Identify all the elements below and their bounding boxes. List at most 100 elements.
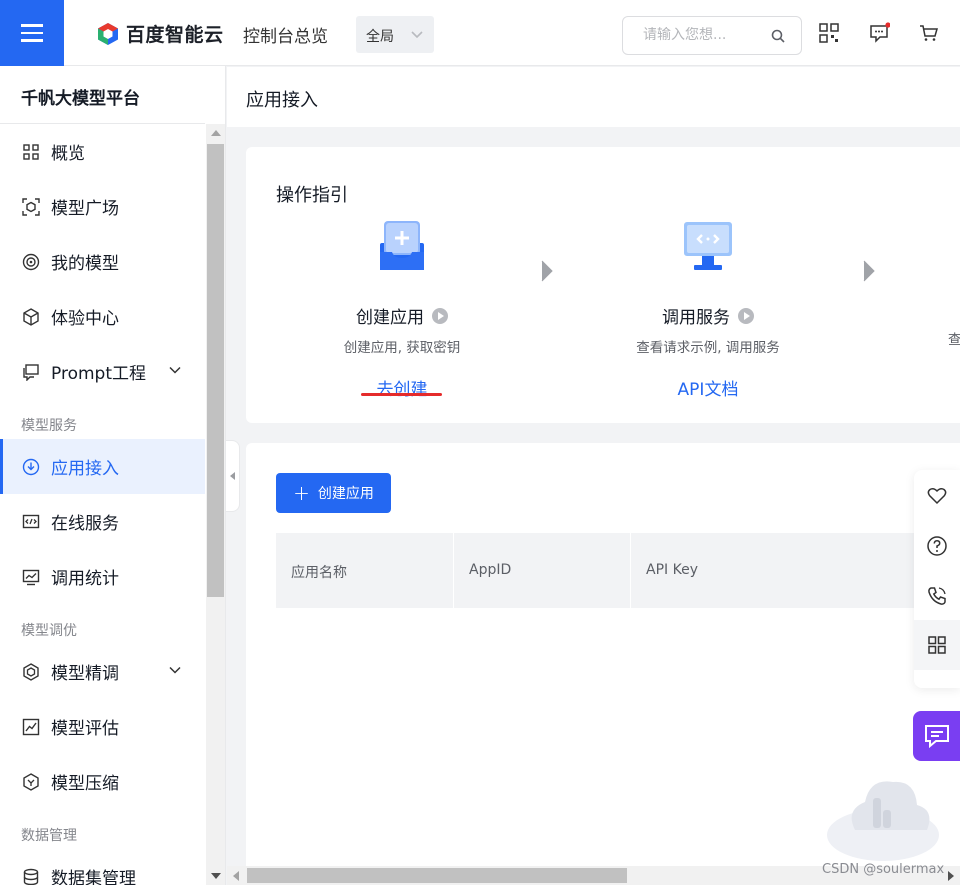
- sidebar-item-prompt-engineering[interactable]: Prompt工程: [0, 344, 205, 399]
- compress-hexagon-icon: [23, 772, 39, 791]
- sidebar-item-my-models[interactable]: 我的模型: [0, 234, 205, 289]
- sidebar-item-online-service[interactable]: 在线服务: [0, 494, 205, 549]
- sidebar-item-label: 调用统计: [51, 569, 119, 589]
- region-value: 全局: [366, 29, 394, 45]
- sidebar-item-label: Prompt工程: [51, 364, 146, 384]
- sidebar: 千帆大模型平台 概览 模型广场 我的模型 体验中心 Prompt工程 模型服务 …: [0, 66, 226, 885]
- grid-apps-icon[interactable]: [926, 634, 948, 656]
- api-docs-link[interactable]: API文档: [678, 375, 739, 400]
- region-select[interactable]: 全局: [356, 16, 434, 53]
- step-name: 创建应用: [356, 303, 448, 328]
- sidebar-group-data-management: 数据管理: [21, 828, 77, 844]
- step-name-text: 创建应用: [356, 308, 424, 328]
- sidebar-item-label: 模型压缩: [51, 774, 119, 794]
- column-header-appid: AppID: [454, 533, 631, 608]
- play-video-icon[interactable]: [738, 307, 754, 324]
- empty-state-cloud-icon: [827, 781, 939, 861]
- play-video-icon[interactable]: [432, 307, 448, 324]
- baidu-cloud-logo-icon: [98, 22, 118, 45]
- guide-step-partial: 查: [948, 328, 960, 348]
- chevron-down-icon: [411, 31, 423, 39]
- sidebar-item-label: 在线服务: [51, 514, 119, 534]
- brand-logo[interactable]: 百度智能云: [96, 20, 224, 47]
- chat-bubble-icon: [925, 725, 949, 748]
- grid-icon: [23, 143, 39, 160]
- sidebar-item-dataset-management[interactable]: 数据集管理: [0, 849, 205, 885]
- step-arrow-icon: [863, 260, 875, 282]
- favorite-heart-icon[interactable]: [926, 485, 948, 507]
- column-header-app-name: 应用名称: [276, 533, 454, 608]
- sidebar-item-overview[interactable]: 概览: [0, 124, 205, 179]
- hamburger-menu-button[interactable]: [0, 0, 64, 66]
- sidebar-item-model-evaluation[interactable]: 模型评估: [0, 699, 205, 754]
- step-arrow-icon: [541, 260, 553, 282]
- operation-guide-card: 操作指引 创建应用 创建应用, 获取密钥 去创建 调用服务 查看请求示例, 调用…: [246, 147, 960, 423]
- search-icon[interactable]: [771, 29, 785, 43]
- sidebar-item-label: 应用接入: [51, 459, 119, 479]
- guide-title: 操作指引: [276, 185, 348, 206]
- sidebar-item-label: 模型广场: [51, 199, 119, 219]
- sidebar-item-call-statistics[interactable]: 调用统计: [0, 549, 205, 604]
- sidebar-item-app-access[interactable]: 应用接入: [0, 439, 205, 494]
- help-icon[interactable]: [926, 535, 948, 557]
- csdn-watermark: CSDN @soulermax: [822, 862, 945, 877]
- app-grid-icon[interactable]: [818, 22, 840, 44]
- column-header-api-key: API Key: [631, 533, 960, 608]
- platform-title: 千帆大模型平台: [21, 89, 140, 109]
- guide-step-create-app: 创建应用 创建应用, 获取密钥 去创建: [272, 219, 532, 400]
- phone-icon[interactable]: [926, 585, 948, 607]
- chevron-down-icon[interactable]: [169, 664, 181, 676]
- sidebar-group-model-tuning: 模型调优: [21, 623, 77, 639]
- step-description: 查: [948, 332, 960, 348]
- console-overview-link[interactable]: 控制台总览: [243, 22, 328, 47]
- create-app-illustration-icon: [380, 221, 424, 270]
- sidebar-item-label: 我的模型: [51, 254, 119, 274]
- sidebar-item-model-finetune[interactable]: 模型精调: [0, 644, 205, 699]
- table-header: 应用名称 AppID API Key: [276, 533, 960, 608]
- sidebar-scrollbar[interactable]: [206, 124, 225, 885]
- search-input[interactable]: [643, 27, 763, 43]
- sidebar-header: 千帆大模型平台: [0, 66, 205, 124]
- go-create-link[interactable]: 去创建: [377, 375, 428, 400]
- sidebar-item-label: 模型评估: [51, 719, 119, 739]
- sidebar-item-label: 体验中心: [51, 309, 119, 329]
- step-description: 创建应用, 获取密钥: [343, 340, 461, 356]
- trend-box-icon: [22, 718, 40, 735]
- global-search[interactable]: [622, 16, 802, 55]
- cart-icon[interactable]: [918, 22, 940, 44]
- floating-toolbar: [914, 470, 960, 688]
- sidebar-group-model-service: 模型服务: [21, 418, 77, 434]
- sidebar-item-label: 数据集管理: [51, 869, 136, 885]
- scroll-up-arrow-icon[interactable]: [211, 130, 221, 136]
- step-description: 查看请求示例, 调用服务: [636, 340, 780, 356]
- create-app-button[interactable]: + 创建应用: [276, 473, 391, 513]
- hexagon-cube-icon: [23, 307, 39, 326]
- create-app-button-label: 创建应用: [317, 486, 374, 502]
- scrollbar-thumb[interactable]: [207, 144, 224, 597]
- sidebar-item-label: 模型精调: [51, 664, 119, 684]
- gear-hexagon-icon: [23, 662, 39, 681]
- step-name-text: 调用服务: [662, 308, 730, 328]
- page-title: 应用接入: [246, 90, 318, 111]
- cube-scan-icon: [22, 197, 40, 216]
- top-bar: 百度智能云 控制台总览 全局: [0, 0, 960, 66]
- code-window-icon: [22, 514, 40, 528]
- horizontal-scrollbar-thumb[interactable]: [247, 868, 627, 883]
- sidebar-menu: 概览 模型广场 我的模型 体验中心 Prompt工程 模型服务 应用接入 在线服…: [0, 124, 205, 885]
- sidebar-item-model-compression[interactable]: 模型压缩: [0, 754, 205, 809]
- message-icon[interactable]: [868, 22, 890, 44]
- plus-icon: +: [293, 481, 310, 505]
- sidebar-item-label: 概览: [51, 144, 85, 164]
- scroll-left-arrow-icon[interactable]: [233, 871, 239, 881]
- sidebar-collapse-toggle[interactable]: [226, 440, 240, 512]
- target-icon: [22, 253, 40, 270]
- online-chat-button[interactable]: [913, 711, 960, 761]
- scroll-right-arrow-icon[interactable]: [948, 871, 954, 881]
- step-name: 调用服务: [662, 303, 754, 328]
- sidebar-item-model-square[interactable]: 模型广场: [0, 179, 205, 234]
- chevron-down-icon[interactable]: [169, 364, 181, 376]
- download-circle-icon: [22, 458, 40, 475]
- sidebar-item-experience-center[interactable]: 体验中心: [0, 289, 205, 344]
- scroll-down-arrow-icon[interactable]: [211, 873, 221, 879]
- highlight-underline: [361, 393, 442, 396]
